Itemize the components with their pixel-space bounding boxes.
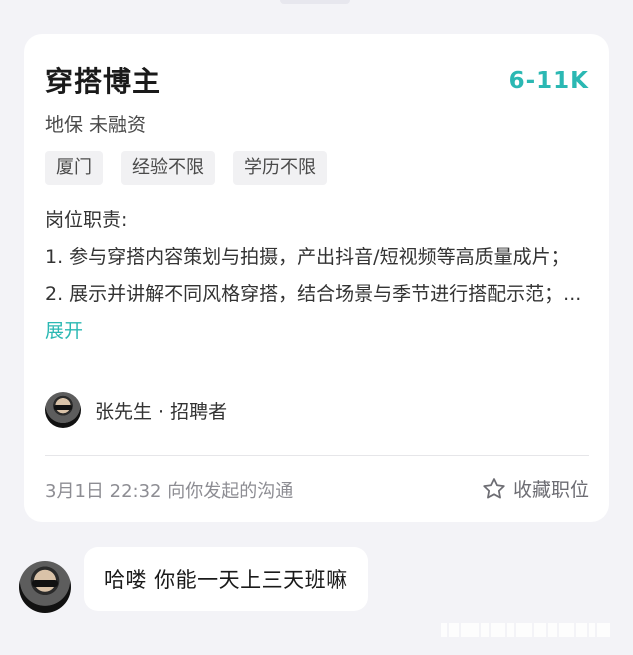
job-description: 岗位职责: 1. 参与穿搭内容策划与拍摄，产出抖音/短视频等高质量成片； 2. … (45, 202, 590, 350)
chat-message-bubble[interactable]: 哈喽 你能一天上三天班嘛 (84, 547, 368, 611)
expand-link[interactable]: 展开 (45, 320, 83, 342)
job-card[interactable]: 穿搭博主 6-11K 地保 未融资 厦门 经验不限 学历不限 岗位职责: 1. … (24, 34, 609, 522)
job-title: 穿搭博主 (45, 65, 162, 98)
company-info: 地保 未融资 (45, 114, 147, 136)
divider (45, 455, 589, 456)
collect-label: 收藏职位 (512, 479, 589, 501)
sender-avatar[interactable] (19, 561, 71, 613)
recruiter-row[interactable]: 张先生 · 招聘者 (45, 392, 227, 428)
tag-education: 学历不限 (233, 151, 327, 185)
recruiter-name: 张先生 · 招聘者 (95, 400, 228, 423)
description-line-2: 2. 展示并讲解不同风格穿搭，结合场景与季节进行搭配示范；... (45, 283, 582, 305)
tag-experience: 经验不限 (121, 151, 215, 185)
recruiter-avatar (45, 392, 81, 428)
description-line-2-wrap: 2. 展示并讲解不同风格穿搭，结合场景与季节进行搭配示范；... 展开 (45, 276, 590, 350)
tag-location: 厦门 (45, 151, 103, 185)
collect-job-button[interactable]: 收藏职位 (481, 475, 589, 502)
description-heading: 岗位职责: (45, 209, 128, 231)
watermark (441, 622, 611, 638)
description-line-1: 1. 参与穿搭内容策划与拍摄，产出抖音/短视频等高质量成片； (45, 246, 570, 268)
salary: 6-11K (508, 68, 589, 94)
star-outline-icon (483, 477, 505, 498)
job-tags: 厦门 经验不限 学历不限 (45, 151, 327, 185)
chat-start-time: 3月1日 22:32 向你发起的沟通 (45, 481, 294, 502)
top-edge-fragment (280, 0, 350, 4)
chat-message-text: 哈喽 你能一天上三天班嘛 (104, 568, 348, 592)
